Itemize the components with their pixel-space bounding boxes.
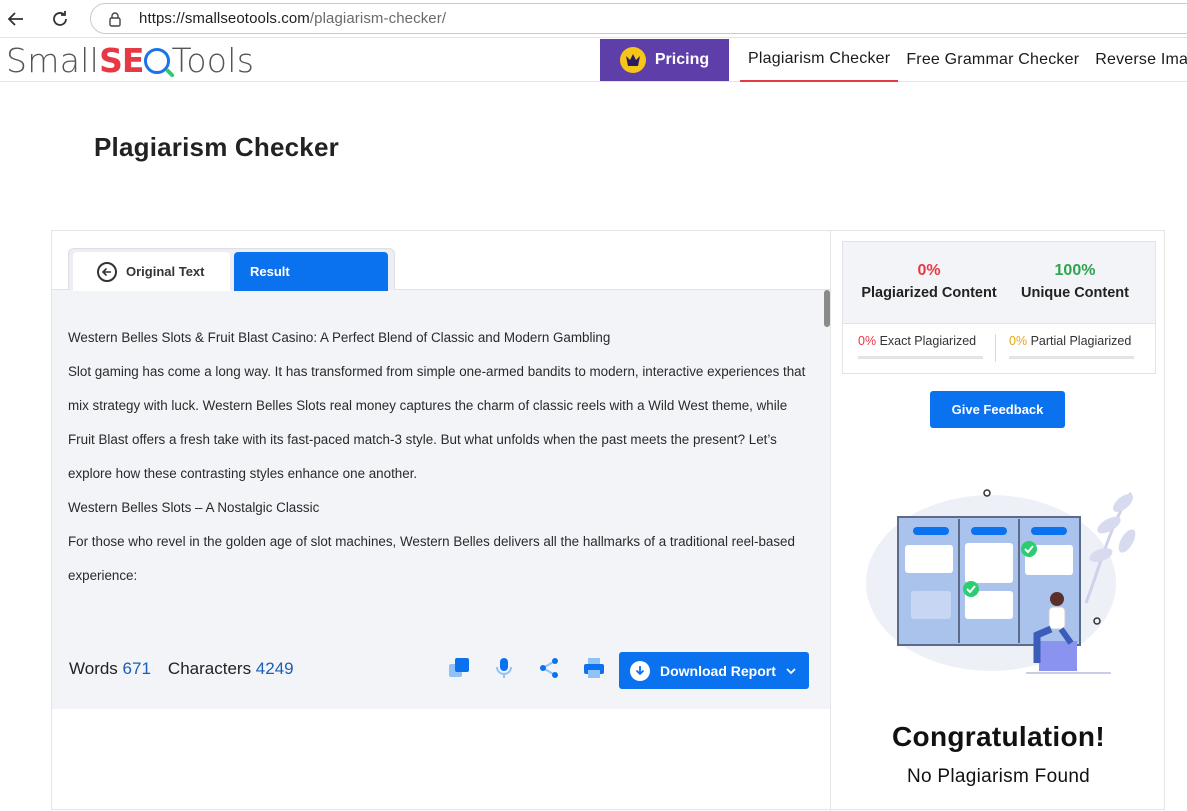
microphone-icon <box>495 658 512 678</box>
site-logo[interactable]: Small SE Tools <box>6 40 254 80</box>
tab-original-label: Original Text <box>126 264 205 279</box>
printer-icon <box>583 658 604 678</box>
tab-result[interactable]: Result <box>234 252 388 291</box>
arrow-left-icon <box>7 12 23 26</box>
pricing-label: Pricing <box>654 51 710 68</box>
unique-score: 100% Unique Content <box>997 262 1153 301</box>
checker-card: Original Text Result Western Belles Slot… <box>51 230 1166 811</box>
words-label: Words <box>69 659 118 678</box>
url-text: https://smallseotools.com/plagiarism-che… <box>139 10 446 27</box>
text-paragraph: For those who revel in the golden age of… <box>68 534 795 583</box>
url-path: /plagiarism-checker/ <box>309 10 447 27</box>
reload-button[interactable] <box>48 7 72 31</box>
partial-percent: 0% <box>1009 334 1028 348</box>
exact-percent: 0% <box>858 334 877 348</box>
tab-original-text[interactable]: Original Text <box>73 252 230 291</box>
plagiarized-label: Plagiarized Content <box>861 285 997 301</box>
address-bar[interactable]: https://smallseotools.com/plagiarism-che… <box>90 3 1187 34</box>
exact-label: Exact Plagiarized <box>879 334 977 348</box>
result-subtitle: No Plagiarism Found <box>906 766 1091 787</box>
download-label: Download Report <box>660 662 776 679</box>
partial-label: Partial Plagiarized <box>1030 334 1132 348</box>
tab-bar: Original Text Result <box>52 231 830 291</box>
download-icon <box>630 660 650 681</box>
words-value: 671 <box>122 659 151 678</box>
nav-reverse-image[interactable]: Reverse Imag <box>1087 38 1187 82</box>
exact-plagiarized: 0% Exact Plagiarized <box>858 334 1014 359</box>
url-host: https://smallseotools.com <box>139 10 310 27</box>
success-illustration <box>866 489 1136 674</box>
pricing-button[interactable]: Pricing <box>600 39 729 81</box>
plagiarized-percent: 0% <box>917 262 941 279</box>
microphone-button[interactable] <box>491 655 516 681</box>
chars-label: Characters <box>167 659 252 678</box>
text-paragraph: Western Belles Slots – A Nostalgic Class… <box>68 500 320 515</box>
unique-label: Unique Content <box>1021 285 1129 301</box>
char-count: Characters 4249 <box>168 659 294 679</box>
nav-plagiarism-checker[interactable]: Plagiarism Checker <box>740 38 899 82</box>
back-button[interactable] <box>4 7 28 31</box>
top-navigation: Plagiarism Checker Free Grammar Checker … <box>740 38 1187 82</box>
plagiarized-score: 0% Plagiarized Content <box>851 262 1007 301</box>
logo-seo-text: SE <box>99 40 144 80</box>
share-button[interactable] <box>536 655 561 681</box>
download-report-button[interactable]: Download Report <box>619 652 809 689</box>
site-header: Small SE Tools Pricing Plagiarism Checker … <box>0 38 1187 82</box>
give-feedback-button[interactable]: Give Feedback <box>930 391 1065 428</box>
partial-plagiarized: 0% Partial Plagiarized <box>1009 334 1165 359</box>
lock-icon <box>109 11 121 27</box>
score-top: 0% Plagiarized Content 100% Unique Conte… <box>843 242 1155 324</box>
partial-progress-bar <box>1009 356 1134 359</box>
exact-progress-bar <box>858 356 983 359</box>
share-icon <box>539 658 558 678</box>
copy-button[interactable] <box>446 655 471 681</box>
print-button[interactable] <box>581 655 606 681</box>
text-stats: Words 671 Characters 4249 <box>69 659 294 679</box>
logo-tools-text: Tools <box>171 40 255 80</box>
checked-text: Western Belles Slots & Fruit Blast Casin… <box>68 321 813 593</box>
tab-group: Original Text Result <box>68 248 395 291</box>
unique-percent: 100% <box>1054 262 1096 279</box>
nav-grammar-checker[interactable]: Free Grammar Checker <box>898 38 1087 82</box>
toolbar <box>446 655 606 681</box>
page-title: Plagiarism Checker <box>94 132 339 162</box>
copy-icon <box>448 658 469 677</box>
browser-toolbar: https://smallseotools.com/plagiarism-che… <box>0 0 1187 38</box>
score-pane: 0% Plagiarized Content 100% Unique Conte… <box>831 231 1166 811</box>
reload-icon <box>53 11 67 26</box>
logo-magnifier-icon <box>144 48 171 74</box>
back-circle-icon <box>97 261 117 282</box>
result-pane: Original Text Result Western Belles Slot… <box>52 231 830 709</box>
score-summary: 0% Plagiarized Content 100% Unique Conte… <box>842 241 1156 374</box>
score-separator <box>995 334 996 362</box>
text-paragraph: Slot gaming has come a long way. It has … <box>68 364 806 481</box>
logo-small-text: Small <box>6 40 100 80</box>
text-paragraph: Western Belles Slots & Fruit Blast Casin… <box>68 330 611 345</box>
word-count: Words 671 <box>69 659 151 679</box>
result-title: Congratulation! <box>892 721 1105 752</box>
chevron-down-icon <box>786 667 796 674</box>
chars-value: 4249 <box>255 659 294 678</box>
crown-icon <box>619 47 646 73</box>
